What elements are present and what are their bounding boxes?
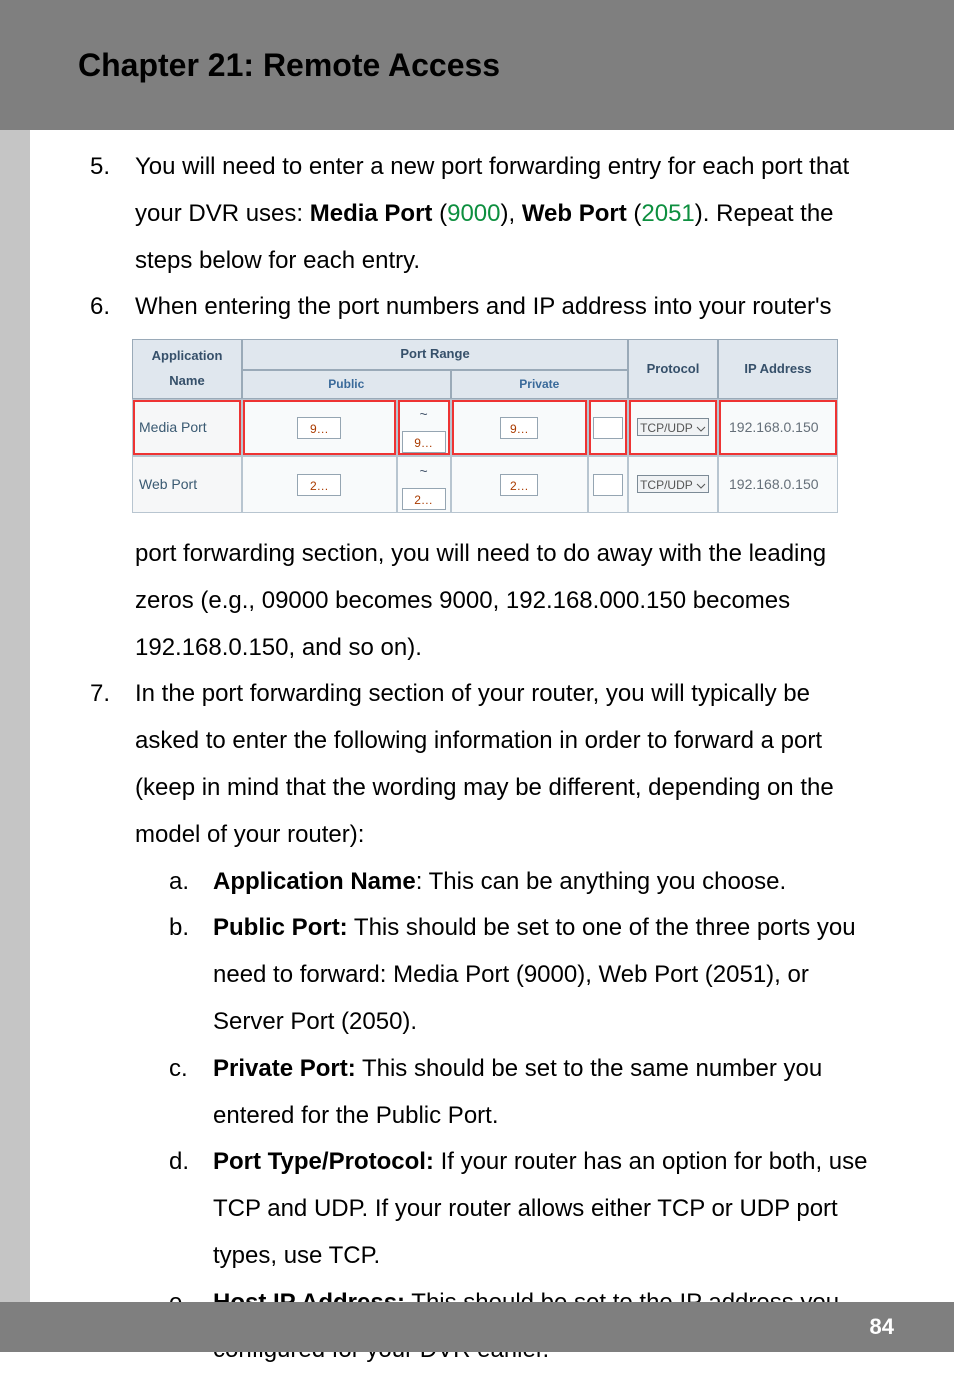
- substep-a: a. Application Name: This can be anythin…: [169, 859, 874, 906]
- row0-protocol-select[interactable]: TCP/UDP: [637, 418, 709, 436]
- substep-b-label: Public Port:: [213, 914, 348, 941]
- step-6-continued: port forwarding section, you will need t…: [80, 531, 874, 671]
- substep-d-letter: d.: [169, 1139, 189, 1185]
- row0-priv-to[interactable]: [593, 417, 623, 439]
- page-content: 5. You will need to enter a new port for…: [0, 130, 954, 1373]
- page-number: 84: [870, 1314, 894, 1340]
- page-footer: 84: [0, 1302, 954, 1352]
- step-7-number: 7.: [90, 671, 110, 717]
- step-7-text: In the port forwarding section of your r…: [135, 671, 874, 858]
- table-row: Media Port 9… ~ 9… 9… TCP/UDP 192.168.0.…: [132, 399, 838, 456]
- th-private: Private: [451, 370, 628, 399]
- chevron-down-icon: [696, 482, 706, 490]
- router-screenshot: Application Name Port Range Protocol IP …: [132, 339, 838, 513]
- chapter-header: Chapter 21: Remote Access: [0, 0, 954, 130]
- media-port-value: 9000: [447, 200, 500, 227]
- step-6: 6. When entering the port numbers and IP…: [80, 284, 874, 331]
- row1-priv-to[interactable]: [593, 474, 623, 496]
- substep-d-label: Port Type/Protocol:: [213, 1148, 434, 1175]
- substep-a-letter: a.: [169, 859, 189, 905]
- step-5: 5. You will need to enter a new port for…: [80, 144, 874, 284]
- row1-app[interactable]: Web Port: [132, 456, 242, 513]
- th-ip: IP Address: [718, 339, 838, 398]
- th-public: Public: [242, 370, 451, 399]
- row1-ip[interactable]: 192.168.0.150: [718, 456, 838, 513]
- row0-pub-to[interactable]: 9…: [402, 431, 446, 453]
- step-6-number: 6.: [90, 284, 110, 330]
- chapter-title: Chapter 21: Remote Access: [78, 47, 500, 84]
- step-6-text: When entering the port numbers and IP ad…: [135, 284, 874, 331]
- row1-pub-to[interactable]: 2…: [402, 488, 446, 510]
- web-port-label: Web Port: [522, 200, 627, 227]
- substep-c-label: Private Port:: [213, 1055, 356, 1082]
- row0-priv-from[interactable]: 9…: [500, 417, 538, 439]
- substep-b-letter: b.: [169, 905, 189, 951]
- th-protocol: Protocol: [628, 339, 718, 398]
- substep-a-label: Application Name: [213, 868, 416, 895]
- substep-c: c. Private Port: This should be set to t…: [169, 1046, 874, 1140]
- row0-ip[interactable]: 192.168.0.150: [718, 399, 838, 456]
- step-6b-text: port forwarding section, you will need t…: [135, 531, 874, 671]
- th-port-range: Port Range: [242, 339, 628, 370]
- row1-protocol-select[interactable]: TCP/UDP: [637, 475, 709, 493]
- substep-c-letter: c.: [169, 1046, 188, 1092]
- web-port-value: 2051: [641, 200, 694, 227]
- table-row: Web Port 2… ~ 2… 2… TCP/UDP 192.168.0.15…: [132, 456, 838, 513]
- row0-pub-from[interactable]: 9…: [297, 417, 341, 439]
- tilde-icon: ~: [419, 463, 427, 479]
- step-5-number: 5.: [90, 144, 110, 190]
- row1-pub-from[interactable]: 2…: [297, 474, 341, 496]
- media-port-label: Media Port: [310, 200, 433, 227]
- step-5-mid1: ),: [500, 200, 521, 227]
- substep-d: d. Port Type/Protocol: If your router ha…: [169, 1139, 874, 1279]
- left-margin-strip: [0, 130, 30, 1302]
- substep-a-text: : This can be anything you choose.: [416, 868, 786, 895]
- table-head-row: Application Name Port Range Protocol IP …: [132, 339, 838, 370]
- tilde-icon: ~: [419, 406, 427, 422]
- chevron-down-icon: [696, 425, 706, 433]
- row1-priv-from[interactable]: 2…: [500, 474, 538, 496]
- row0-app[interactable]: Media Port: [132, 399, 242, 456]
- step-7: 7. In the port forwarding section of you…: [80, 671, 874, 1373]
- th-application: Application Name: [132, 339, 242, 398]
- substep-b: b. Public Port: This should be set to on…: [169, 905, 874, 1045]
